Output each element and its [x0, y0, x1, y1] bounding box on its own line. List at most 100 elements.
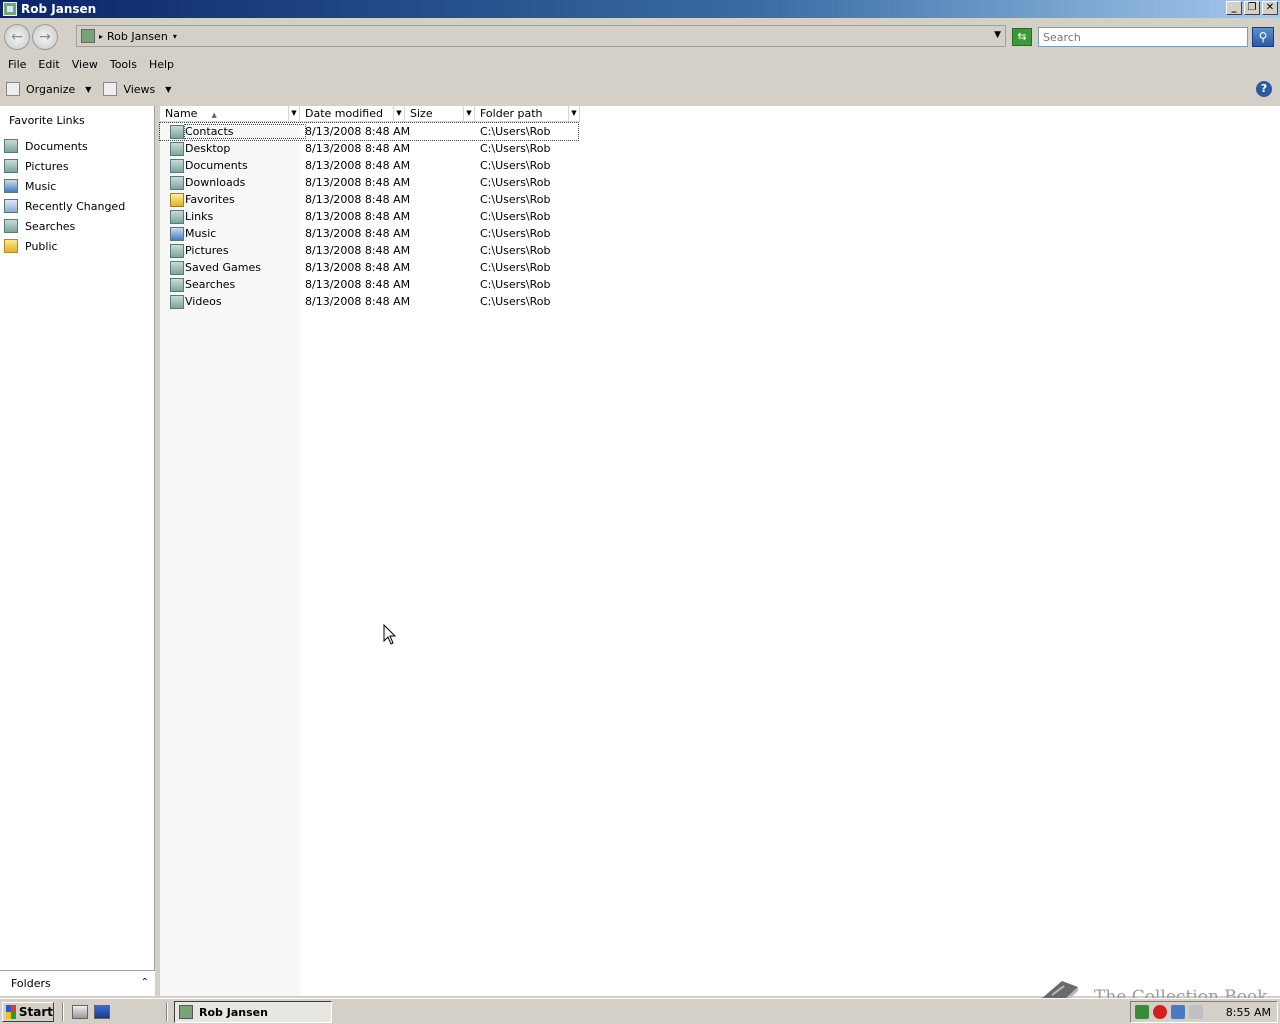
recently-changed-icon: [4, 199, 18, 213]
column-header-size[interactable]: Size ▼: [405, 106, 475, 122]
videos-folder-icon: [170, 294, 184, 309]
fav-link-pictures[interactable]: Pictures: [0, 156, 155, 176]
folders-toggle[interactable]: Folders ⌃: [0, 970, 155, 996]
table-row[interactable]: Links 8/13/2008 8:48 AM C:\Users\Rob: [160, 208, 578, 225]
fav-link-label: Pictures: [25, 159, 69, 173]
chevron-down-icon[interactable]: ▼: [288, 106, 299, 121]
contacts-folder-icon: [170, 124, 184, 139]
security-shield-icon[interactable]: [1135, 1005, 1149, 1019]
chevron-down-icon[interactable]: ▾: [173, 32, 177, 41]
taskbar: Start Rob Jansen 8:55 AM: [0, 998, 1280, 1024]
column-header-label: Size: [410, 107, 433, 120]
fav-link-public[interactable]: Public: [0, 236, 155, 256]
file-path: C:\Users\Rob: [480, 244, 551, 257]
restore-button[interactable]: ❐: [1244, 1, 1260, 15]
organize-button[interactable]: Organize ▼: [0, 82, 97, 96]
back-button[interactable]: ←: [4, 24, 30, 50]
address-box[interactable]: ▸ Rob Jansen ▾ ▼: [76, 25, 1006, 47]
fav-link-label: Public: [25, 239, 58, 253]
file-name: Documents: [185, 159, 248, 172]
fav-link-label: Documents: [25, 139, 88, 153]
help-icon[interactable]: ?: [1256, 81, 1272, 97]
search-input[interactable]: [1038, 27, 1248, 47]
menu-bar: File Edit View Tools Help: [0, 56, 1280, 74]
chevron-down-icon: ▼: [85, 84, 92, 94]
chevron-down-icon[interactable]: ▼: [165, 85, 171, 94]
saved-games-folder-icon: [170, 260, 184, 275]
user-folder-icon: [3, 2, 17, 16]
table-row[interactable]: Contacts 8/13/2008 8:48 AM C:\Users\Rob: [159, 122, 579, 141]
location-icon: [81, 29, 95, 43]
favorite-links-list: Documents Pictures Music Recently Change…: [0, 136, 155, 256]
breadcrumb-root-arrow[interactable]: ▸: [99, 32, 103, 41]
network-icon[interactable]: [1171, 1005, 1185, 1019]
file-date: 8/13/2008 8:48 AM: [305, 159, 411, 172]
table-row[interactable]: Downloads 8/13/2008 8:48 AM C:\Users\Rob: [160, 174, 578, 191]
command-toolbar: Organize ▼ Views ▼ ?: [0, 76, 1280, 102]
address-dropdown-icon[interactable]: ▼: [994, 30, 1001, 40]
window-title: Rob Jansen: [21, 2, 97, 16]
alert-icon[interactable]: [1153, 1005, 1167, 1019]
file-path: C:\Users\Rob: [480, 227, 551, 240]
table-row[interactable]: Music 8/13/2008 8:48 AM C:\Users\Rob: [160, 225, 578, 242]
show-desktop-icon[interactable]: [94, 1005, 110, 1019]
mouse-cursor-icon: [383, 624, 397, 645]
breadcrumb-user[interactable]: Rob Jansen: [107, 30, 168, 43]
file-rows: Contacts 8/13/2008 8:48 AM C:\Users\Rob …: [159, 122, 579, 310]
table-row[interactable]: Searches 8/13/2008 8:48 AM C:\Users\Rob: [160, 276, 578, 293]
chevron-down-icon[interactable]: ▼: [463, 106, 474, 121]
views-icon: [103, 82, 118, 96]
column-header-label: Date modified: [305, 107, 383, 120]
file-name: Music: [185, 227, 217, 240]
search-button[interactable]: ⚲: [1252, 27, 1274, 47]
menu-view[interactable]: View: [66, 56, 104, 74]
taskbar-window-button[interactable]: Rob Jansen: [174, 1001, 332, 1023]
fav-link-recently-changed[interactable]: Recently Changed: [0, 196, 155, 216]
views-button[interactable]: Views ▼: [97, 82, 177, 96]
fav-link-documents[interactable]: Documents: [0, 136, 155, 156]
music-folder-icon: [170, 226, 184, 241]
column-header-date-modified[interactable]: Date modified ▼: [300, 106, 405, 122]
fav-link-music[interactable]: Music: [0, 176, 155, 196]
refresh-button[interactable]: ⇆: [1012, 28, 1032, 46]
clock[interactable]: 8:55 AM: [1226, 1006, 1271, 1019]
minimize-button[interactable]: _: [1226, 1, 1242, 15]
menu-edit[interactable]: Edit: [32, 56, 65, 74]
start-button[interactable]: Start: [2, 1002, 54, 1022]
favorite-links-heading: Favorite Links: [9, 114, 85, 127]
server-manager-icon[interactable]: [72, 1005, 88, 1019]
documents-icon: [4, 139, 18, 153]
menu-help[interactable]: Help: [143, 56, 180, 74]
table-row[interactable]: Pictures 8/13/2008 8:48 AM C:\Users\Rob: [160, 242, 578, 259]
window-controls: _ ❐ ✕: [1226, 1, 1278, 15]
table-row[interactable]: Saved Games 8/13/2008 8:48 AM C:\Users\R…: [160, 259, 578, 276]
file-date: 8/13/2008 8:48 AM: [305, 261, 411, 274]
chevron-down-icon[interactable]: ▼: [568, 106, 579, 121]
pictures-icon: [4, 159, 18, 173]
table-row[interactable]: Favorites 8/13/2008 8:48 AM C:\Users\Rob: [160, 191, 578, 208]
chevron-down-icon[interactable]: ▼: [393, 106, 404, 121]
menu-tools[interactable]: Tools: [104, 56, 143, 74]
forward-button[interactable]: →: [32, 24, 58, 50]
column-header-folder-path[interactable]: Folder path ▼: [475, 106, 580, 122]
column-header-name[interactable]: Name ▲ ▼: [160, 106, 300, 122]
fav-link-label: Music: [25, 179, 57, 193]
table-row[interactable]: Documents 8/13/2008 8:48 AM C:\Users\Rob: [160, 157, 578, 174]
table-row[interactable]: Desktop 8/13/2008 8:48 AM C:\Users\Rob: [160, 140, 578, 157]
chevron-up-icon[interactable]: ⌃: [141, 977, 149, 988]
file-path: C:\Users\Rob: [480, 278, 551, 291]
volume-muted-icon[interactable]: [1189, 1005, 1203, 1019]
searches-icon: [4, 219, 18, 233]
file-path: C:\Users\Rob: [480, 176, 551, 189]
menu-file[interactable]: File: [2, 56, 32, 74]
searches-folder-icon: [170, 277, 184, 292]
close-button[interactable]: ✕: [1262, 1, 1278, 15]
column-header-label: Folder path: [480, 107, 543, 120]
windows-flag-icon: [6, 1005, 16, 1019]
file-path: C:\Users\Rob: [480, 142, 551, 155]
file-name: Favorites: [185, 193, 235, 206]
table-row[interactable]: Videos 8/13/2008 8:48 AM C:\Users\Rob: [160, 293, 578, 310]
file-date: 8/13/2008 8:48 AM: [305, 244, 411, 257]
fav-link-searches[interactable]: Searches: [0, 216, 155, 236]
favorites-folder-icon: [170, 192, 184, 207]
